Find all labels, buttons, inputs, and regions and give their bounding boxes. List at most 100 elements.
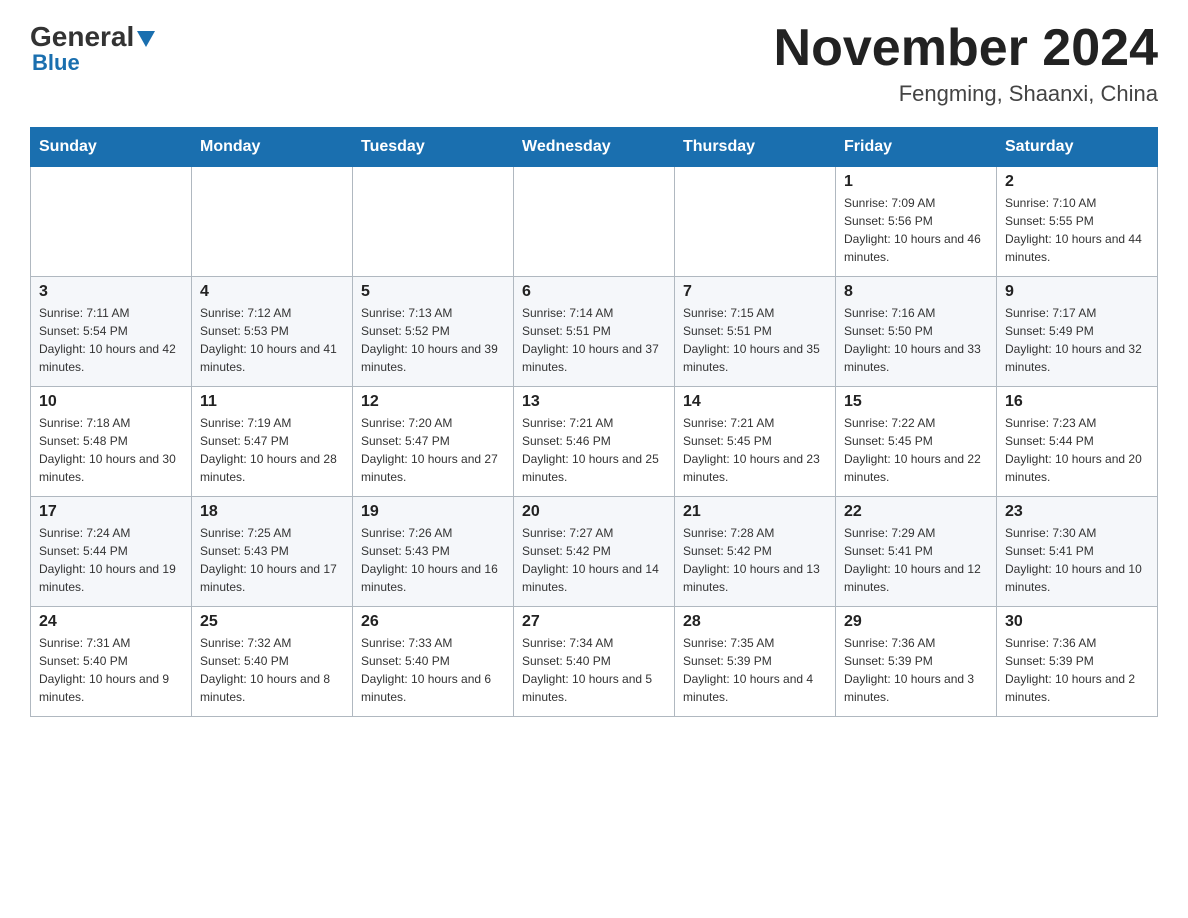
calendar-cell: 5 Sunrise: 7:13 AMSunset: 5:52 PMDaylight… — [353, 277, 514, 387]
day-number: 3 — [39, 283, 183, 301]
day-number: 30 — [1005, 613, 1149, 631]
day-number: 19 — [361, 503, 505, 521]
calendar-cell: 24 Sunrise: 7:31 AMSunset: 5:40 PMDayligh… — [31, 607, 192, 717]
logo-blue-text: Blue — [32, 50, 80, 76]
calendar-cell: 14 Sunrise: 7:21 AMSunset: 5:45 PMDayligh… — [675, 387, 836, 497]
day-number: 7 — [683, 283, 827, 301]
calendar-cell: 21 Sunrise: 7:28 AMSunset: 5:42 PMDayligh… — [675, 497, 836, 607]
calendar-cell: 13Sunrise: 7:21 AMSunset: 5:46 PMDayligh… — [514, 387, 675, 497]
calendar-cell: 9 Sunrise: 7:17 AMSunset: 5:49 PMDaylight… — [997, 277, 1158, 387]
calendar-cell: 2 Sunrise: 7:10 AMSunset: 5:55 PMDaylight… — [997, 167, 1158, 277]
page-header: General Blue November 2024 Fengming, Sha… — [30, 20, 1158, 107]
day-number: 2 — [1005, 173, 1149, 191]
weekday-header-tuesday: Tuesday — [353, 128, 514, 167]
calendar-cell — [31, 167, 192, 277]
month-title: November 2024 — [774, 20, 1158, 77]
calendar-cell: 25 Sunrise: 7:32 AMSunset: 5:40 PMDayligh… — [192, 607, 353, 717]
day-info: Sunrise: 7:11 AMSunset: 5:54 PMDaylight:… — [39, 304, 183, 376]
day-number: 4 — [200, 283, 344, 301]
calendar-cell: 29 Sunrise: 7:36 AMSunset: 5:39 PMDayligh… — [836, 607, 997, 717]
weekday-header-friday: Friday — [836, 128, 997, 167]
calendar-cell: 12 Sunrise: 7:20 AMSunset: 5:47 PMDayligh… — [353, 387, 514, 497]
day-info: Sunrise: 7:31 AMSunset: 5:40 PMDaylight:… — [39, 634, 183, 706]
calendar-cell: 11 Sunrise: 7:19 AMSunset: 5:47 PMDayligh… — [192, 387, 353, 497]
day-number: 5 — [361, 283, 505, 301]
calendar-header-row: SundayMondayTuesdayWednesdayThursdayFrid… — [31, 128, 1158, 167]
day-info: Sunrise: 7:13 AMSunset: 5:52 PMDaylight:… — [361, 304, 505, 376]
day-info: Sunrise: 7:16 AMSunset: 5:50 PMDaylight:… — [844, 304, 988, 376]
day-info: Sunrise: 7:29 AMSunset: 5:41 PMDaylight:… — [844, 524, 988, 596]
day-number: 21 — [683, 503, 827, 521]
day-info: Sunrise: 7:14 AMSunset: 5:51 PMDaylight:… — [522, 304, 666, 376]
day-number: 9 — [1005, 283, 1149, 301]
day-number: 27 — [522, 613, 666, 631]
title-block: November 2024 Fengming, Shaanxi, China — [774, 20, 1158, 107]
day-number: 28 — [683, 613, 827, 631]
calendar-cell: 26Sunrise: 7:33 AMSunset: 5:40 PMDayligh… — [353, 607, 514, 717]
day-info: Sunrise: 7:12 AMSunset: 5:53 PMDaylight:… — [200, 304, 344, 376]
calendar-cell: 27 Sunrise: 7:34 AMSunset: 5:40 PMDayligh… — [514, 607, 675, 717]
calendar-cell: 6 Sunrise: 7:14 AMSunset: 5:51 PMDaylight… — [514, 277, 675, 387]
calendar-cell: 22Sunrise: 7:29 AMSunset: 5:41 PMDayligh… — [836, 497, 997, 607]
calendar-table: SundayMondayTuesdayWednesdayThursdayFrid… — [30, 127, 1158, 717]
day-info: Sunrise: 7:10 AMSunset: 5:55 PMDaylight:… — [1005, 194, 1149, 266]
day-number: 29 — [844, 613, 988, 631]
day-number: 14 — [683, 393, 827, 411]
logo-triangle-icon — [137, 22, 155, 54]
day-number: 20 — [522, 503, 666, 521]
day-info: Sunrise: 7:21 AMSunset: 5:46 PMDaylight:… — [522, 414, 666, 486]
weekday-header-wednesday: Wednesday — [514, 128, 675, 167]
day-info: Sunrise: 7:36 AMSunset: 5:39 PMDaylight:… — [844, 634, 988, 706]
calendar-cell: 30 Sunrise: 7:36 AMSunset: 5:39 PMDayligh… — [997, 607, 1158, 717]
calendar-cell: 20Sunrise: 7:27 AMSunset: 5:42 PMDayligh… — [514, 497, 675, 607]
day-info: Sunrise: 7:36 AMSunset: 5:39 PMDaylight:… — [1005, 634, 1149, 706]
day-info: Sunrise: 7:17 AMSunset: 5:49 PMDaylight:… — [1005, 304, 1149, 376]
day-number: 15 — [844, 393, 988, 411]
day-number: 8 — [844, 283, 988, 301]
day-info: Sunrise: 7:21 AMSunset: 5:45 PMDaylight:… — [683, 414, 827, 486]
day-info: Sunrise: 7:32 AMSunset: 5:40 PMDaylight:… — [200, 634, 344, 706]
calendar-cell: 4 Sunrise: 7:12 AMSunset: 5:53 PMDaylight… — [192, 277, 353, 387]
day-info: Sunrise: 7:15 AMSunset: 5:51 PMDaylight:… — [683, 304, 827, 376]
calendar-cell — [675, 167, 836, 277]
day-number: 1 — [844, 173, 988, 191]
calendar-cell: 18Sunrise: 7:25 AMSunset: 5:43 PMDayligh… — [192, 497, 353, 607]
day-info: Sunrise: 7:22 AMSunset: 5:45 PMDaylight:… — [844, 414, 988, 486]
calendar-cell — [514, 167, 675, 277]
day-info: Sunrise: 7:09 AMSunset: 5:56 PMDaylight:… — [844, 194, 988, 266]
calendar-cell: 16Sunrise: 7:23 AMSunset: 5:44 PMDayligh… — [997, 387, 1158, 497]
day-number: 6 — [522, 283, 666, 301]
day-info: Sunrise: 7:28 AMSunset: 5:42 PMDaylight:… — [683, 524, 827, 596]
day-number: 18 — [200, 503, 344, 521]
weekday-header-monday: Monday — [192, 128, 353, 167]
calendar-cell: 17 Sunrise: 7:24 AMSunset: 5:44 PMDayligh… — [31, 497, 192, 607]
day-number: 10 — [39, 393, 183, 411]
day-info: Sunrise: 7:23 AMSunset: 5:44 PMDaylight:… — [1005, 414, 1149, 486]
calendar-week-row: 10 Sunrise: 7:18 AMSunset: 5:48 PMDayligh… — [31, 387, 1158, 497]
day-info: Sunrise: 7:24 AMSunset: 5:44 PMDaylight:… — [39, 524, 183, 596]
weekday-header-saturday: Saturday — [997, 128, 1158, 167]
day-info: Sunrise: 7:26 AMSunset: 5:43 PMDaylight:… — [361, 524, 505, 596]
day-number: 17 — [39, 503, 183, 521]
day-number: 12 — [361, 393, 505, 411]
calendar-cell: 23 Sunrise: 7:30 AMSunset: 5:41 PMDayligh… — [997, 497, 1158, 607]
day-info: Sunrise: 7:18 AMSunset: 5:48 PMDaylight:… — [39, 414, 183, 486]
day-number: 25 — [200, 613, 344, 631]
calendar-cell: 3 Sunrise: 7:11 AMSunset: 5:54 PMDaylight… — [31, 277, 192, 387]
location-text: Fengming, Shaanxi, China — [774, 81, 1158, 107]
calendar-cell: 15 Sunrise: 7:22 AMSunset: 5:45 PMDayligh… — [836, 387, 997, 497]
day-info: Sunrise: 7:19 AMSunset: 5:47 PMDaylight:… — [200, 414, 344, 486]
logo: General Blue — [30, 20, 155, 76]
calendar-week-row: 1 Sunrise: 7:09 AMSunset: 5:56 PMDaylight… — [31, 167, 1158, 277]
calendar-week-row: 24 Sunrise: 7:31 AMSunset: 5:40 PMDayligh… — [31, 607, 1158, 717]
calendar-cell: 8 Sunrise: 7:16 AMSunset: 5:50 PMDaylight… — [836, 277, 997, 387]
day-number: 23 — [1005, 503, 1149, 521]
day-info: Sunrise: 7:34 AMSunset: 5:40 PMDaylight:… — [522, 634, 666, 706]
calendar-cell — [353, 167, 514, 277]
day-number: 11 — [200, 393, 344, 411]
logo-general-text: General — [30, 21, 134, 53]
day-info: Sunrise: 7:30 AMSunset: 5:41 PMDaylight:… — [1005, 524, 1149, 596]
day-number: 24 — [39, 613, 183, 631]
calendar-cell: 19 Sunrise: 7:26 AMSunset: 5:43 PMDayligh… — [353, 497, 514, 607]
day-info: Sunrise: 7:20 AMSunset: 5:47 PMDaylight:… — [361, 414, 505, 486]
